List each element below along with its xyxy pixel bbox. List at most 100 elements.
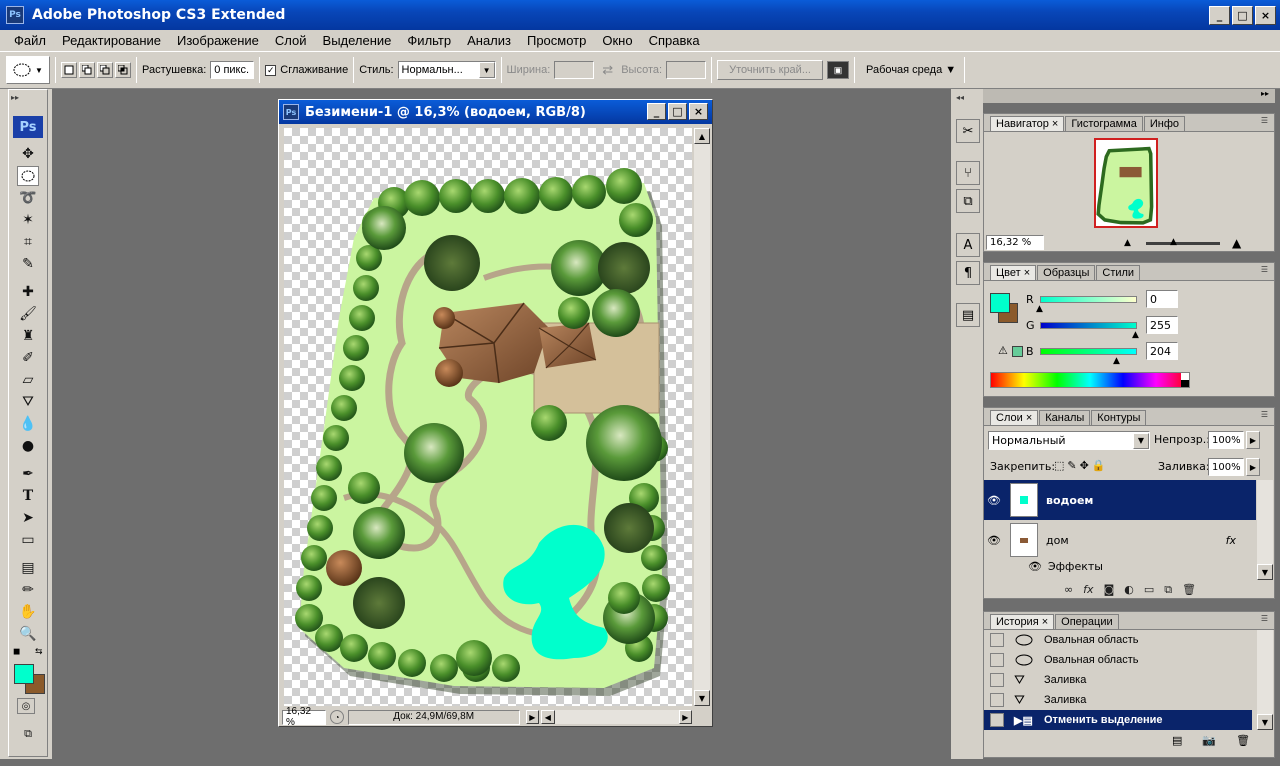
layer-name[interactable]: водоем: [1046, 494, 1093, 507]
brushes-icon[interactable]: ⑂: [956, 161, 980, 185]
red-slider-thumb-icon[interactable]: ▲: [1036, 304, 1043, 314]
screen-mode-icon[interactable]: ⧉: [17, 724, 39, 744]
subtract-selection-button[interactable]: [97, 62, 113, 78]
menu-filter[interactable]: Фильтр: [399, 33, 459, 48]
menu-layer[interactable]: Слой: [267, 33, 315, 48]
vertical-scrollbar[interactable]: ▲ ▼: [694, 128, 710, 706]
blur-tool-icon[interactable]: 💧: [17, 414, 39, 434]
green-slider[interactable]: [1040, 322, 1137, 329]
dodge-tool-icon[interactable]: ●: [17, 436, 39, 456]
scroll-left-icon[interactable]: ◀: [541, 710, 555, 724]
collapse-arrows-icon[interactable]: ◂◂: [956, 93, 964, 102]
bridge-icon[interactable]: ▣: [827, 61, 850, 79]
zoom-in-icon[interactable]: ▲: [1232, 236, 1241, 250]
tab-histogram[interactable]: Гистограмма: [1065, 116, 1143, 131]
menu-analysis[interactable]: Анализ: [459, 33, 519, 48]
width-input[interactable]: [554, 61, 595, 79]
hand-tool-icon[interactable]: ✋: [17, 602, 39, 622]
history-item[interactable]: ⛛ Заливка: [984, 670, 1274, 690]
history-brush-tool-icon[interactable]: ✐: [17, 348, 39, 368]
layer-row-house[interactable]: 👁 дом fx: [984, 520, 1256, 560]
menu-select[interactable]: Выделение: [315, 33, 400, 48]
adjustment-layer-icon[interactable]: ◐: [1124, 583, 1134, 597]
tab-actions[interactable]: Операции: [1055, 614, 1119, 629]
magic-wand-tool-icon[interactable]: ✶: [17, 210, 39, 230]
notes-tool-icon[interactable]: ▤: [17, 558, 39, 578]
menu-help[interactable]: Справка: [641, 33, 708, 48]
new-selection-button[interactable]: [61, 62, 77, 78]
eraser-tool-icon[interactable]: ▱: [17, 370, 39, 390]
tab-info[interactable]: Инфо: [1143, 116, 1186, 131]
trash-icon[interactable]: 🗑: [1236, 734, 1250, 747]
scroll-down-icon[interactable]: ▼: [694, 690, 710, 706]
move-tool-icon[interactable]: ✥: [17, 144, 39, 164]
feather-input[interactable]: 0 пикс.: [210, 61, 255, 79]
history-item[interactable]: Овальная область: [984, 630, 1274, 650]
color-spectrum-bar[interactable]: [990, 372, 1190, 388]
ellipse-marquee-tool-icon[interactable]: [17, 166, 39, 186]
panel-menu-icon[interactable]: ☰: [1261, 116, 1268, 125]
add-selection-button[interactable]: [79, 62, 95, 78]
tab-layers[interactable]: Слои ×: [990, 410, 1039, 425]
history-snapshot-checkbox[interactable]: [990, 673, 1004, 687]
history-snapshot-checkbox[interactable]: [990, 653, 1004, 667]
layer-mask-icon[interactable]: ◙: [1104, 583, 1115, 597]
height-input[interactable]: [666, 61, 707, 79]
healing-brush-tool-icon[interactable]: ✚: [17, 282, 39, 302]
fill-arrow-icon[interactable]: ▶: [1246, 458, 1260, 476]
expand-arrows-icon[interactable]: ▸▸: [1261, 89, 1269, 98]
fg-color-swatch[interactable]: [990, 293, 1010, 313]
blue-slider-thumb-icon[interactable]: ▲: [1113, 356, 1120, 366]
panel-menu-icon[interactable]: ☰: [1261, 265, 1268, 274]
menu-edit[interactable]: Редактирование: [54, 33, 169, 48]
layer-row-pond[interactable]: 👁 водоем: [984, 480, 1256, 520]
history-item[interactable]: Овальная область: [984, 650, 1274, 670]
navigator-zoom-slider[interactable]: [1146, 242, 1220, 245]
clone-stamp-tool-icon[interactable]: ♜: [17, 326, 39, 346]
swap-icon[interactable]: ⇄: [602, 62, 613, 78]
green-input[interactable]: 255: [1146, 316, 1178, 334]
tool-presets-icon[interactable]: ✂: [956, 119, 980, 143]
tab-styles[interactable]: Стили: [1096, 265, 1141, 280]
tool-preset-picker[interactable]: ▼: [6, 56, 50, 84]
new-group-icon[interactable]: ▭: [1144, 583, 1154, 597]
character-icon[interactable]: A: [956, 233, 980, 257]
green-slider-thumb-icon[interactable]: ▲: [1132, 330, 1139, 340]
layer-name[interactable]: дом: [1046, 534, 1069, 547]
maximize-button[interactable]: □: [1232, 6, 1253, 25]
panel-menu-icon[interactable]: ☰: [1261, 614, 1268, 623]
eye-icon[interactable]: 👁: [984, 494, 1004, 507]
clone-source-icon[interactable]: ⧉: [956, 189, 980, 213]
style-select[interactable]: Нормальн... ▼: [397, 61, 496, 79]
new-document-from-state-icon[interactable]: ▤: [1172, 734, 1182, 747]
rectangle-tool-icon[interactable]: ▭: [17, 530, 39, 550]
scroll-right-icon[interactable]: ▶: [678, 710, 693, 724]
intersect-selection-button[interactable]: [115, 62, 131, 78]
status-arrow-icon[interactable]: ▶: [525, 710, 540, 724]
tab-navigator[interactable]: Навигатор ×: [990, 116, 1065, 131]
zoom-tool-icon[interactable]: 🔍: [17, 624, 39, 644]
path-selection-tool-icon[interactable]: ➤: [17, 508, 39, 528]
menu-window[interactable]: Окно: [594, 33, 640, 48]
doc-close-button[interactable]: ×: [689, 103, 708, 120]
scroll-down-icon[interactable]: ▼: [1257, 714, 1273, 730]
link-layers-icon[interactable]: ∞: [1064, 583, 1073, 597]
history-snapshot-checkbox[interactable]: [990, 713, 1004, 727]
panel-menu-icon[interactable]: ☰: [1261, 410, 1268, 419]
new-layer-icon[interactable]: ⧉: [1164, 583, 1172, 597]
close-button[interactable]: ×: [1255, 6, 1276, 25]
swap-colors-icon[interactable]: ⇆: [35, 647, 43, 657]
scroll-up-icon[interactable]: ▲: [694, 128, 710, 144]
history-scrollbar[interactable]: ▼: [1257, 630, 1273, 730]
foreground-color-swatch[interactable]: [14, 664, 34, 684]
collapse-arrows-icon[interactable]: ▸▸: [11, 93, 19, 102]
tab-color[interactable]: Цвет ×: [990, 265, 1037, 280]
fill-input[interactable]: 100%: [1208, 458, 1244, 476]
crop-tool-icon[interactable]: ⌗: [17, 232, 39, 252]
gamut-color-swatch[interactable]: [1012, 346, 1023, 357]
lasso-tool-icon[interactable]: ➰: [17, 188, 39, 208]
snapshot-icon[interactable]: 📷: [1202, 734, 1216, 747]
status-menu-icon[interactable]: ◔: [330, 710, 344, 724]
doc-maximize-button[interactable]: □: [668, 103, 687, 120]
scroll-down-icon[interactable]: ▼: [1257, 564, 1273, 580]
